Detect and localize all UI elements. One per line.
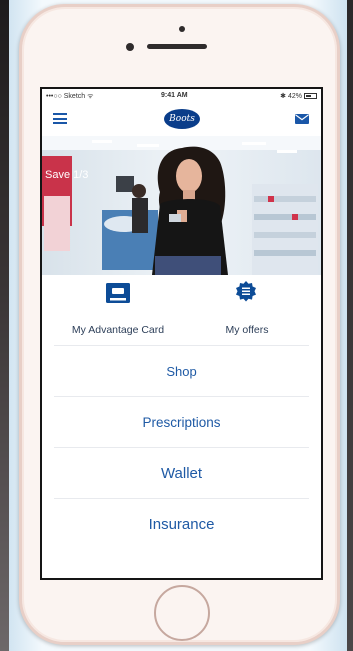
hero-image: Save 1/3 <box>42 136 321 275</box>
menu-item-shop[interactable]: Shop <box>54 345 309 396</box>
menu-item-prescriptions[interactable]: Prescriptions <box>54 396 309 447</box>
menu-item-label: Insurance <box>148 515 215 533</box>
advantage-card-link[interactable]: My Advantage Card <box>53 279 183 345</box>
quick-links: My Advantage Card My offers <box>42 279 321 345</box>
home-button[interactable] <box>154 585 210 641</box>
my-offers-link[interactable]: My offers <box>182 279 312 345</box>
earpiece-speaker <box>147 44 207 49</box>
menu-item-label: Wallet <box>160 464 203 482</box>
status-battery: ✱ 42% <box>280 92 317 100</box>
advantage-card-icon <box>106 283 130 303</box>
advantage-card-label: My Advantage Card <box>71 324 165 336</box>
my-offers-label: My offers <box>225 324 269 336</box>
app-screen: •••○○ Sketch ᯤ 9:41 AM ✱ 42% Boots Save … <box>40 87 323 580</box>
store-sign-text: Save 1/3 <box>45 169 88 181</box>
logo-text: Boots <box>169 114 195 124</box>
menu-item-label: Prescriptions <box>142 414 221 430</box>
status-carrier: •••○○ Sketch ᯤ <box>46 93 94 100</box>
offers-badge-icon <box>236 281 256 302</box>
menu-item-insurance[interactable]: Insurance <box>54 498 309 549</box>
app-header: Boots <box>42 102 321 136</box>
menu-item-label: Shop <box>166 363 197 379</box>
menu-item-wallet[interactable]: Wallet <box>54 447 309 498</box>
sensor-icon <box>126 43 134 51</box>
status-bar: •••○○ Sketch ᯤ 9:41 AM ✱ 42% <box>42 89 321 102</box>
hamburger-menu-icon[interactable] <box>53 113 67 124</box>
battery-icon <box>304 93 317 99</box>
right-edge <box>347 0 353 651</box>
battery-percent: ✱ 42% <box>280 93 302 100</box>
front-camera-icon <box>179 26 185 32</box>
boots-logo: Boots <box>164 109 200 129</box>
mail-icon[interactable] <box>295 114 309 124</box>
status-time: 9:41 AM <box>161 92 188 99</box>
left-edge <box>0 0 9 651</box>
